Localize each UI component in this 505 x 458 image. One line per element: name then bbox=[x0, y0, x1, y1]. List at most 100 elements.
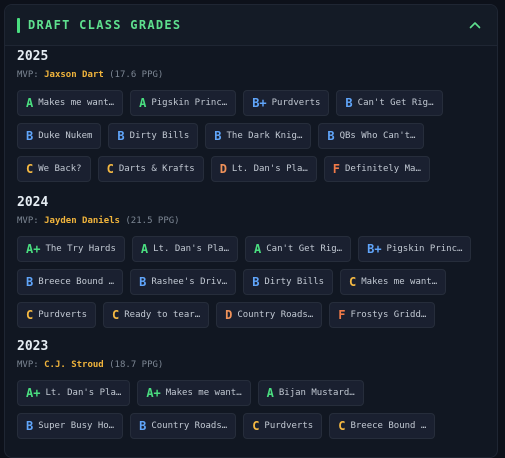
mvp-player-name[interactable]: Jaxson Dart bbox=[44, 70, 104, 80]
team-grade-chip[interactable]: D Lt. Dan's Pla… bbox=[210, 156, 317, 182]
grade-row: C We Back? C Darts & Krafts D Lt. Dan's Pla… F… bbox=[17, 156, 443, 182]
team-name: Breece Bound … bbox=[350, 421, 427, 431]
team-name: Pigskin Princ… bbox=[386, 244, 463, 254]
team-name: Dirty Bills bbox=[264, 277, 325, 287]
mvp-player-name[interactable]: Jayden Daniels bbox=[44, 216, 120, 226]
grade-badge: C bbox=[349, 275, 357, 289]
panel-header-left: DRAFT CLASS GRADES bbox=[17, 17, 182, 33]
grade-badge: B bbox=[26, 419, 34, 433]
team-grade-chip[interactable]: B The Dark Knig… bbox=[205, 123, 312, 149]
grade-badge: A bbox=[139, 96, 147, 110]
mvp-label: MVP: bbox=[17, 360, 39, 370]
team-name: Bijan Mustard… bbox=[278, 388, 355, 398]
team-grade-chip[interactable]: B QBs Who Can't… bbox=[318, 123, 425, 149]
team-grade-chip[interactable]: B+ Pigskin Princ… bbox=[358, 236, 472, 262]
grade-badge: A bbox=[140, 242, 149, 256]
team-name: Ready to tear… bbox=[124, 310, 201, 320]
mvp-stat: (18.7 PPG) bbox=[109, 360, 164, 370]
grade-row: B Duke Nukem B Dirty Bills B The Dark Knig… B Q… bbox=[17, 123, 443, 149]
team-grade-chip[interactable]: C Breece Bound … bbox=[329, 413, 436, 439]
team-grade-chip[interactable]: B Super Busy Ho… bbox=[17, 413, 124, 439]
team-name: Lt. Dan's Pla… bbox=[45, 388, 122, 398]
team-grade-chip[interactable]: C Makes me want… bbox=[340, 269, 447, 295]
team-name: Purdverts bbox=[264, 421, 314, 431]
team-grade-chip[interactable]: A Lt. Dan's Pla… bbox=[131, 236, 238, 262]
team-grade-chip[interactable]: A+ Makes me want… bbox=[137, 380, 251, 406]
team-grade-chip[interactable]: A Bijan Mustard… bbox=[257, 380, 364, 406]
team-name: QBs Who Can't… bbox=[339, 131, 416, 141]
grade-badge: B bbox=[345, 96, 353, 110]
grade-badge: F bbox=[332, 162, 341, 176]
team-grade-chip[interactable]: A+ The Try Hards bbox=[17, 236, 125, 262]
grade-badge: A bbox=[266, 386, 274, 400]
team-grade-chip[interactable]: C Purdverts bbox=[243, 413, 323, 439]
season-year: 2024 bbox=[17, 195, 49, 210]
grade-badge: C bbox=[252, 419, 260, 433]
team-grade-chip[interactable]: B Can't Get Rig… bbox=[336, 90, 443, 116]
grade-badge: B bbox=[117, 129, 125, 143]
team-grade-chip[interactable]: B Dirty Bills bbox=[108, 123, 199, 149]
panel-title: DRAFT CLASS GRADES bbox=[28, 18, 182, 32]
team-name: Purdverts bbox=[38, 310, 88, 320]
team-name: Can't Get Rig… bbox=[357, 98, 434, 108]
grade-badge: A+ bbox=[26, 242, 41, 256]
team-grade-chip[interactable]: C Darts & Krafts bbox=[97, 156, 204, 182]
grade-row: C Purdverts C Ready to tear… D Country Roads…… bbox=[17, 302, 471, 328]
team-grade-chip[interactable]: B Duke Nukem bbox=[17, 123, 102, 149]
team-name: Super Busy Ho… bbox=[38, 421, 115, 431]
grade-row: A+ Lt. Dan's Pla… A+ Makes me want… A Bijan M… bbox=[17, 380, 435, 406]
team-name: Breece Bound … bbox=[38, 277, 115, 287]
grade-row: A Makes me want… A Pigskin Princ… B+ Purdvert… bbox=[17, 90, 443, 116]
grade-badge: C bbox=[106, 162, 114, 176]
grade-badge: B bbox=[139, 419, 147, 433]
team-grade-chip[interactable]: B Dirty Bills bbox=[243, 269, 334, 295]
team-grade-chip[interactable]: C Ready to tear… bbox=[103, 302, 210, 328]
grade-badge: A+ bbox=[26, 386, 41, 400]
grade-badge: B+ bbox=[252, 96, 267, 110]
team-grade-chip[interactable]: A Pigskin Princ… bbox=[130, 90, 237, 116]
grade-badge: D bbox=[219, 162, 227, 176]
team-name: Lt. Dan's Pla… bbox=[153, 244, 229, 254]
team-name: Definitely Ma… bbox=[345, 164, 421, 174]
grade-badge: B bbox=[26, 129, 34, 143]
team-grade-chip[interactable]: C We Back? bbox=[17, 156, 91, 182]
team-name: Country Roads… bbox=[237, 310, 314, 320]
team-name: We Back? bbox=[38, 164, 82, 174]
accent-bar bbox=[17, 17, 20, 33]
team-grade-chip[interactable]: B Rashee's Driv… bbox=[130, 269, 237, 295]
chevron-up-icon[interactable] bbox=[465, 15, 485, 35]
grade-badge: B bbox=[26, 275, 34, 289]
grade-row: B Super Busy Ho… B Country Roads… C Purdverts… bbox=[17, 413, 436, 439]
team-name: The Dark Knig… bbox=[226, 131, 303, 141]
team-grade-chip[interactable]: D Country Roads… bbox=[216, 302, 323, 328]
grade-badge: B bbox=[327, 129, 335, 143]
grade-badge: C bbox=[26, 308, 34, 322]
team-grade-chip[interactable]: C Purdverts bbox=[17, 302, 97, 328]
grade-badge: C bbox=[112, 308, 120, 322]
team-grade-chip[interactable]: A Can't Get Rig… bbox=[245, 236, 352, 262]
team-grade-chip[interactable]: B Country Roads… bbox=[130, 413, 237, 439]
team-name: Dirty Bills bbox=[129, 131, 190, 141]
grade-badge: A bbox=[26, 96, 34, 110]
grade-badge: F bbox=[338, 308, 346, 322]
grade-badge: D bbox=[225, 308, 233, 322]
team-grade-chip[interactable]: A+ Lt. Dan's Pla… bbox=[17, 380, 131, 406]
team-grade-chip[interactable]: B+ Purdverts bbox=[243, 90, 330, 116]
team-name: Makes me want… bbox=[361, 277, 438, 287]
mvp-label: MVP: bbox=[17, 216, 39, 226]
mvp-line: MVP: C.J. Stroud (18.7 PPG) bbox=[17, 359, 435, 371]
grade-badge: B+ bbox=[367, 242, 382, 256]
mvp-line: MVP: Jayden Daniels (21.5 PPG) bbox=[17, 215, 471, 227]
team-grade-chip[interactable]: A Makes me want… bbox=[17, 90, 124, 116]
team-name: Darts & Krafts bbox=[118, 164, 195, 174]
season-section: 2024 MVP: Jayden Daniels (21.5 PPG) A+ The … bbox=[17, 195, 472, 328]
panel-header[interactable]: DRAFT CLASS GRADES bbox=[5, 5, 497, 46]
team-name: Makes me want… bbox=[38, 98, 115, 108]
team-name: Can't Get Rig… bbox=[266, 244, 343, 254]
mvp-player-name[interactable]: C.J. Stroud bbox=[44, 360, 104, 370]
team-name: Lt. Dan's Pla… bbox=[231, 164, 308, 174]
team-grade-chip[interactable]: B Breece Bound … bbox=[17, 269, 124, 295]
draft-class-grades-panel: DRAFT CLASS GRADES 2025 MVP: Jaxson Dart … bbox=[4, 4, 498, 458]
team-grade-chip[interactable]: F Frostys Gridd… bbox=[329, 302, 436, 328]
team-grade-chip[interactable]: F Definitely Ma… bbox=[323, 156, 430, 182]
